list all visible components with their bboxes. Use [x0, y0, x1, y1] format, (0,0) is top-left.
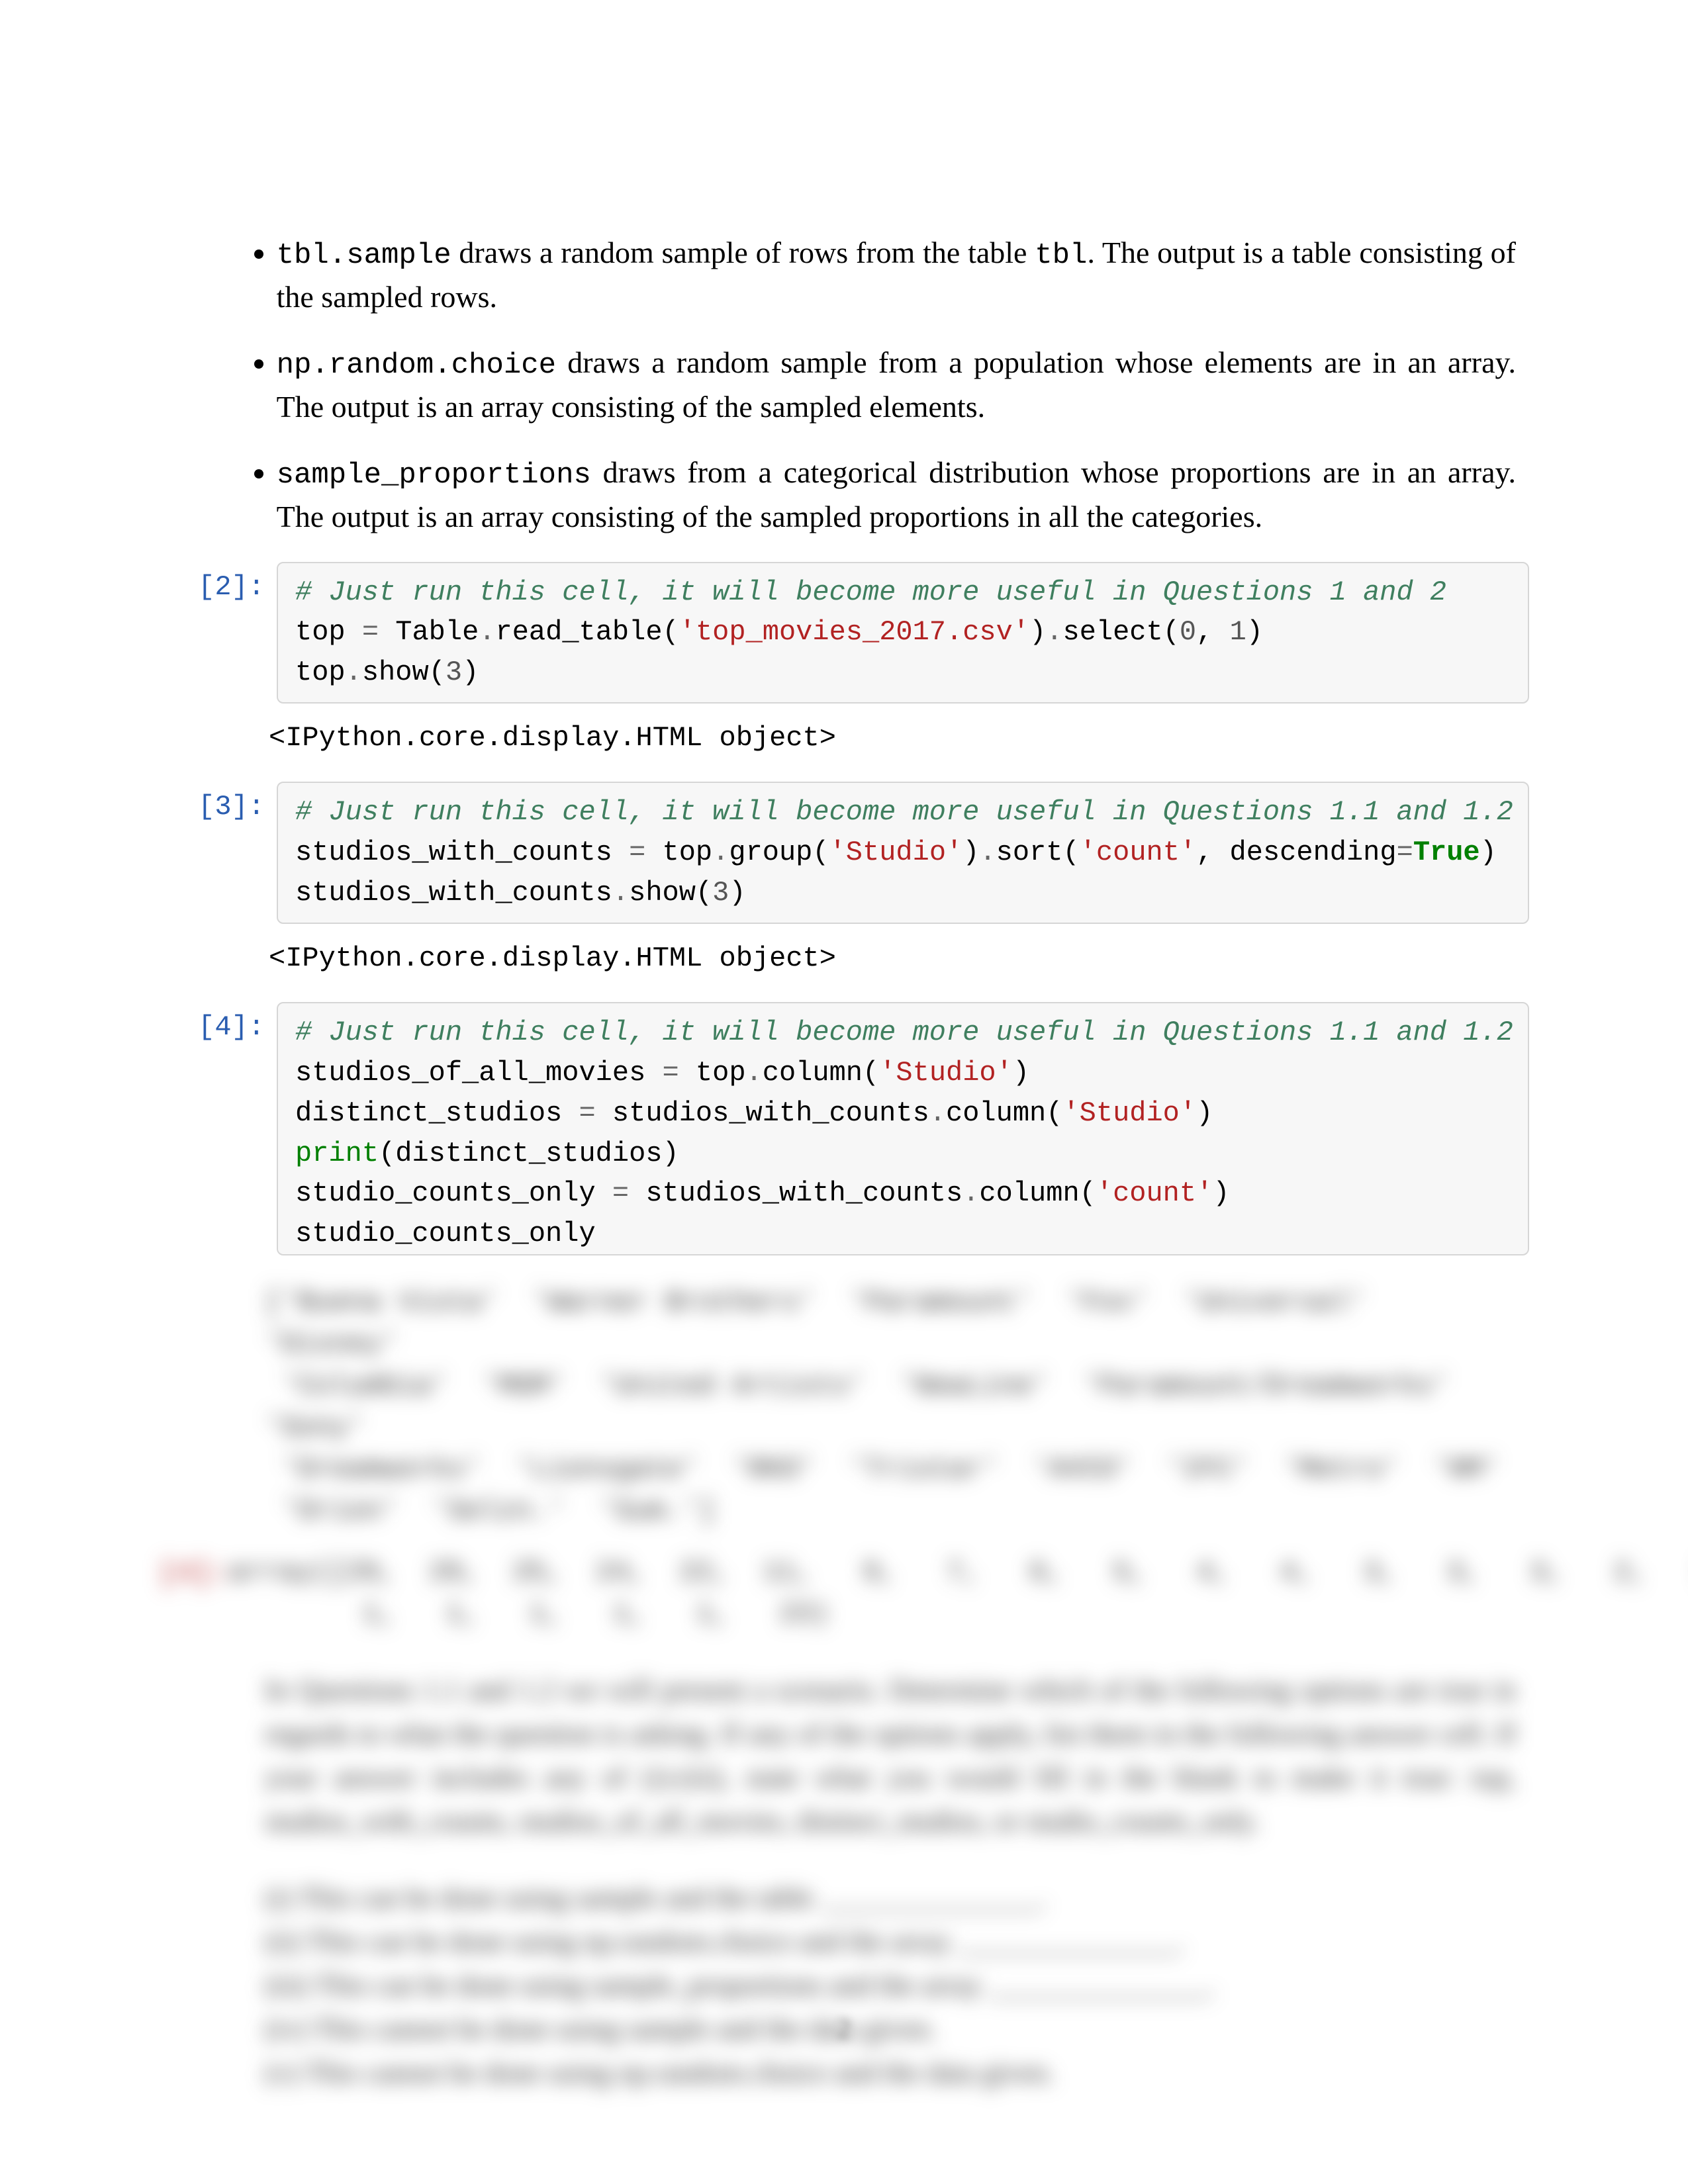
cell-prompt: [4]:	[159, 1002, 277, 1043]
bullet-code: tbl.sample	[277, 239, 451, 272]
bullet-item: sample_proportions draws from a categori…	[277, 451, 1516, 537]
cell-output: <IPython.core.display.HTML object>	[265, 924, 1529, 982]
cell-code[interactable]: # Just run this cell, it will become mor…	[277, 562, 1529, 704]
blurred-studio-list: ['Buena Vista' 'Warner Brothers' 'Paramo…	[265, 1282, 1516, 1532]
cell-prompt: [2]:	[159, 562, 277, 603]
bullet-item: tbl.sample draws a random sample of rows…	[277, 232, 1516, 318]
bullet-item: np.random.choice draws a random sample f…	[277, 341, 1516, 428]
page: tbl.sample draws a random sample of rows…	[0, 0, 1688, 2184]
blurred-array-prompt: [4]:	[159, 1552, 229, 1635]
cell-prompt: [3]:	[159, 782, 277, 823]
bullet-code: np.random.choice	[277, 349, 556, 382]
bullet-code: sample_proportions	[277, 459, 591, 492]
page-number: 2	[0, 2013, 1688, 2045]
blurred-option: (v) This cannot be done using np.random.…	[265, 2051, 1516, 2095]
cell-code[interactable]: # Just run this cell, it will become mor…	[277, 782, 1529, 924]
blurred-paragraph: In Questions 1.1 and 1.2 we will present…	[265, 1668, 1516, 1843]
content-area: tbl.sample draws a random sample of rows…	[159, 232, 1529, 2095]
blurred-option: (ii) This can be done using np.random.ch…	[265, 1920, 1516, 1964]
blurred-option: (iii) This can be done using sample_prop…	[265, 1964, 1516, 2007]
cell-output: <IPython.core.display.HTML object>	[265, 704, 1529, 762]
cell-4: [4]: # Just run this cell, it will becom…	[159, 1002, 1529, 1255]
cell-3: [3]: # Just run this cell, it will becom…	[159, 782, 1529, 924]
bullet-list: tbl.sample draws a random sample of rows…	[265, 232, 1516, 538]
blurred-option: (i) This can be done using sample and th…	[265, 1876, 1516, 1920]
blurred-options: (i) This can be done using sample and th…	[265, 1876, 1516, 2095]
cell-2: [2]: # Just run this cell, it will becom…	[159, 562, 1529, 704]
blurred-array-text: array([29, 29, 25, 24, 22, 11, 9, 7, 6, …	[229, 1552, 1688, 1635]
blurred-region: ['Buena Vista' 'Warner Brothers' 'Paramo…	[265, 1282, 1516, 2095]
bullet-text: draws a random sample of rows from the t…	[277, 236, 1516, 314]
cell-code[interactable]: # Just run this cell, it will become mor…	[277, 1002, 1529, 1255]
